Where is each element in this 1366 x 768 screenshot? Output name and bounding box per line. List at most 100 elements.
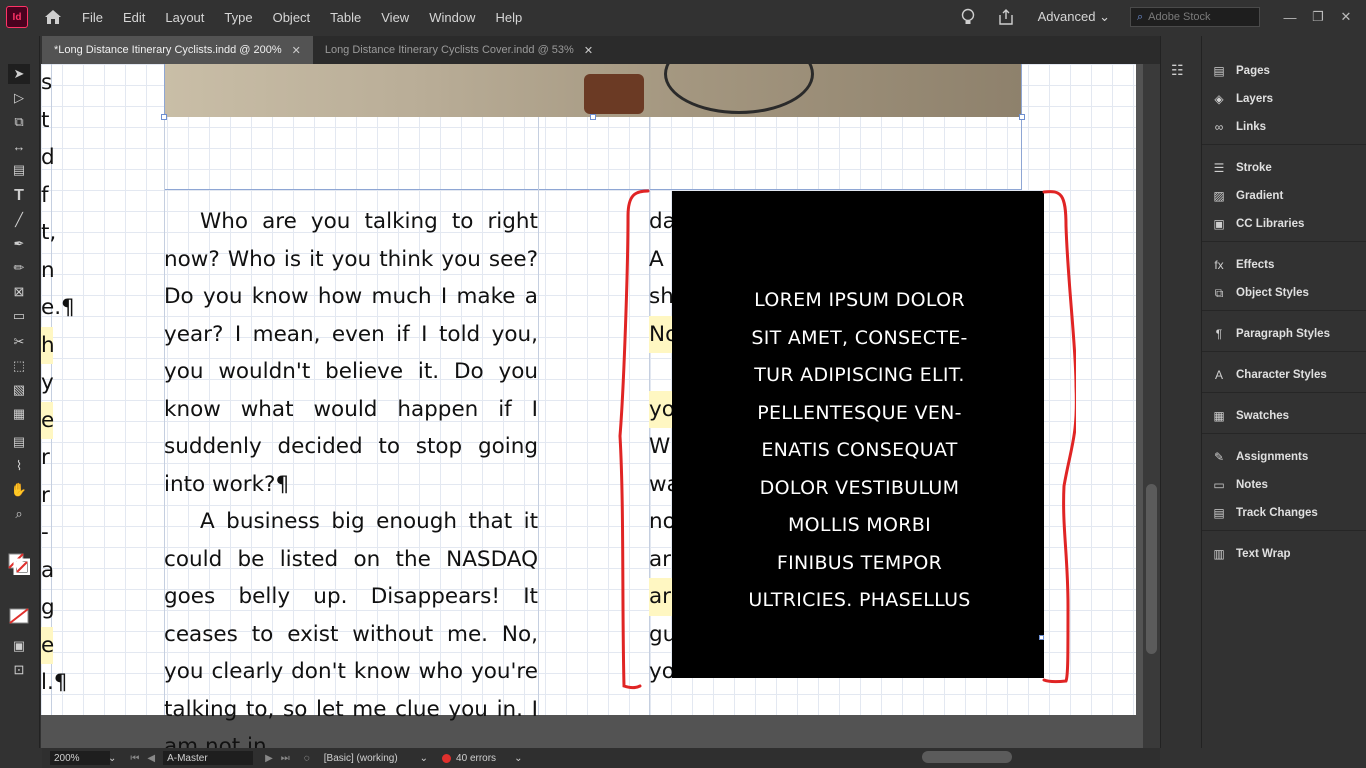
panel-layers[interactable]: ◈ Layers — [1210, 88, 1273, 110]
tab-itinerary-cyclists[interactable]: *Long Distance Itinerary Cyclists.indd @… — [42, 36, 313, 64]
track-changes-icon: ▤ — [1213, 506, 1225, 520]
restore-button[interactable]: ❐ — [1304, 9, 1332, 25]
assignments-icon: ✎ — [1213, 450, 1225, 464]
gradient-icon: ▨ — [1213, 189, 1225, 203]
preflight-profile[interactable]: [Basic] (working) — [324, 753, 398, 764]
body-text-frame[interactable]: Who are you talking to right now? Who is… — [164, 203, 538, 748]
last-page-icon[interactable]: ⏭ — [281, 753, 290, 764]
page-tool-icon[interactable]: ⧉ — [8, 112, 30, 132]
panel-character-styles[interactable]: A Character Styles — [1210, 364, 1327, 386]
apply-none-icon[interactable] — [8, 606, 30, 626]
panel-pages[interactable]: ▤ Pages — [1210, 60, 1270, 82]
menu-type[interactable]: Type — [214, 10, 262, 25]
scissors-tool-icon[interactable]: ✂ — [8, 332, 30, 352]
panel-text-wrap[interactable]: ▥ Text Wrap — [1210, 543, 1290, 565]
panel-track-changes[interactable]: ▤ Track Changes — [1210, 502, 1318, 524]
menu-edit[interactable]: Edit — [113, 10, 155, 25]
chevron-down-icon[interactable]: ⌄ — [108, 753, 116, 764]
page-value: A-Master — [167, 752, 208, 764]
panel-stroke[interactable]: ☰ Stroke — [1210, 157, 1272, 179]
tab-itinerary-cyclists-cover[interactable]: Long Distance Itinerary Cyclists Cover.i… — [313, 36, 605, 64]
note-tool-icon[interactable]: ▤ — [8, 432, 30, 452]
pages-icon: ▤ — [1213, 64, 1225, 78]
panel-links[interactable]: ∞ Links — [1210, 116, 1266, 138]
menu-layout[interactable]: Layout — [155, 10, 214, 25]
text-fragment: y — [41, 370, 54, 395]
horizontal-scroll-thumb[interactable] — [922, 751, 1012, 763]
frame-handle[interactable] — [1019, 114, 1025, 120]
lightbulb-icon[interactable] — [956, 8, 980, 26]
formatting-affects-icon[interactable]: ▣ — [8, 636, 30, 656]
properties-icon[interactable]: ☷ — [1171, 62, 1184, 79]
column-guide — [538, 117, 539, 715]
line-tool-icon[interactable]: ╱ — [8, 210, 30, 230]
scroll-thumb[interactable] — [1146, 484, 1157, 654]
previous-page-icon[interactable]: ◀ — [147, 753, 155, 764]
gradient-swatch-tool-icon[interactable]: ▧ — [8, 380, 30, 400]
direct-selection-tool-icon[interactable]: ▷ — [8, 88, 30, 108]
share-icon[interactable] — [994, 9, 1018, 25]
panel-notes[interactable]: ▭ Notes — [1210, 474, 1268, 496]
chevron-down-icon[interactable]: ⌄ — [420, 753, 428, 764]
panel-label: CC Libraries — [1236, 218, 1305, 230]
menu-view[interactable]: View — [371, 10, 419, 25]
adobe-stock-search[interactable]: ⌕ Adobe Stock — [1130, 7, 1260, 27]
selection-tool-icon[interactable]: ➤ — [8, 64, 30, 84]
panel-separator — [1202, 241, 1366, 242]
app-logo: Id — [6, 6, 28, 28]
zoom-tool-icon[interactable]: ⌕ — [8, 504, 30, 524]
frame-handle[interactable] — [161, 114, 167, 120]
text-fragment: g — [41, 595, 55, 620]
panel-cc-libraries[interactable]: ▣ CC Libraries — [1210, 213, 1304, 235]
panel-gradient[interactable]: ▨ Gradient — [1210, 185, 1283, 207]
workspace-switcher[interactable]: Advanced ⌄ — [1038, 9, 1110, 25]
next-page-icon[interactable]: ▶ — [265, 753, 273, 764]
close-icon[interactable]: ✕ — [584, 44, 593, 57]
vertical-scrollbar[interactable] — [1143, 64, 1160, 748]
minimize-button[interactable]: — — [1276, 10, 1304, 25]
eyedropper-tool-icon[interactable]: ⌇ — [8, 456, 30, 476]
pen-tool-icon[interactable]: ✒ — [8, 234, 30, 254]
menu-object[interactable]: Object — [263, 10, 321, 25]
content-collector-icon[interactable]: ▤ — [8, 160, 30, 180]
rectangle-tool-icon[interactable]: ▭ — [8, 306, 30, 326]
first-page-icon[interactable]: ⏮ — [130, 753, 139, 764]
menu-help[interactable]: Help — [485, 10, 532, 25]
panel-label: Assignments — [1236, 451, 1309, 463]
tab-label: *Long Distance Itinerary Cyclists.indd @… — [54, 44, 282, 56]
panel-assignments[interactable]: ✎ Assignments — [1210, 446, 1308, 468]
gap-tool-icon[interactable]: ↔ — [8, 136, 30, 156]
free-transform-tool-icon[interactable]: ⬚ — [8, 356, 30, 376]
menu-window[interactable]: Window — [419, 10, 485, 25]
text-fragment: f — [41, 182, 49, 208]
menu-file[interactable]: File — [72, 10, 113, 25]
home-icon[interactable] — [42, 6, 64, 28]
rectangle-frame-tool-icon[interactable]: ⊠ — [8, 282, 30, 302]
close-icon[interactable]: ✕ — [292, 44, 301, 57]
screen-mode-icon[interactable]: ⊡ — [8, 660, 30, 680]
menu-table[interactable]: Table — [320, 10, 371, 25]
gradient-feather-tool-icon[interactable]: ▦ — [8, 404, 30, 424]
tools-panel: ➤ ▷ ⧉ ↔ ▤ T ╱ ✒ ✏ ⊠ ▭ ✂ ⬚ ▧ ▦ ▤ ⌇ ✋ ⌕ ▣ … — [0, 36, 40, 748]
panel-paragraph-styles[interactable]: ¶ Paragraph Styles — [1210, 323, 1330, 345]
panel-label: Links — [1236, 121, 1267, 133]
canvas[interactable]: s t d f t, n e.¶ h y e r r - a g e l.¶ Who are you talki… — [41, 64, 1143, 748]
page-field[interactable]: A-Master — [163, 751, 254, 765]
pencil-tool-icon[interactable]: ✏ — [8, 258, 30, 278]
chevron-down-icon[interactable]: ⌄ — [514, 753, 522, 764]
cc-libraries-icon: ▣ — [1213, 217, 1225, 231]
text-fragment: - — [41, 520, 49, 545]
panel-effects[interactable]: fx Effects — [1210, 254, 1274, 276]
type-tool-icon[interactable]: T — [8, 186, 30, 206]
fill-stroke-swatch-icon[interactable] — [8, 553, 30, 575]
panel-object-styles[interactable]: ⧉ Object Styles — [1210, 282, 1309, 304]
hand-tool-icon[interactable]: ✋ — [8, 480, 30, 500]
panel-swatches[interactable]: ▦ Swatches — [1210, 405, 1289, 427]
preflight-icon[interactable]: ◌ — [304, 753, 310, 764]
frame-handle[interactable] — [590, 114, 596, 120]
zoom-field[interactable]: 200% — [50, 751, 110, 765]
error-count[interactable]: 40 errors — [456, 753, 496, 764]
panel-label: Track Changes — [1236, 507, 1318, 519]
panel-label: Pages — [1236, 65, 1270, 77]
close-window-button[interactable]: ✕ — [1332, 9, 1360, 25]
